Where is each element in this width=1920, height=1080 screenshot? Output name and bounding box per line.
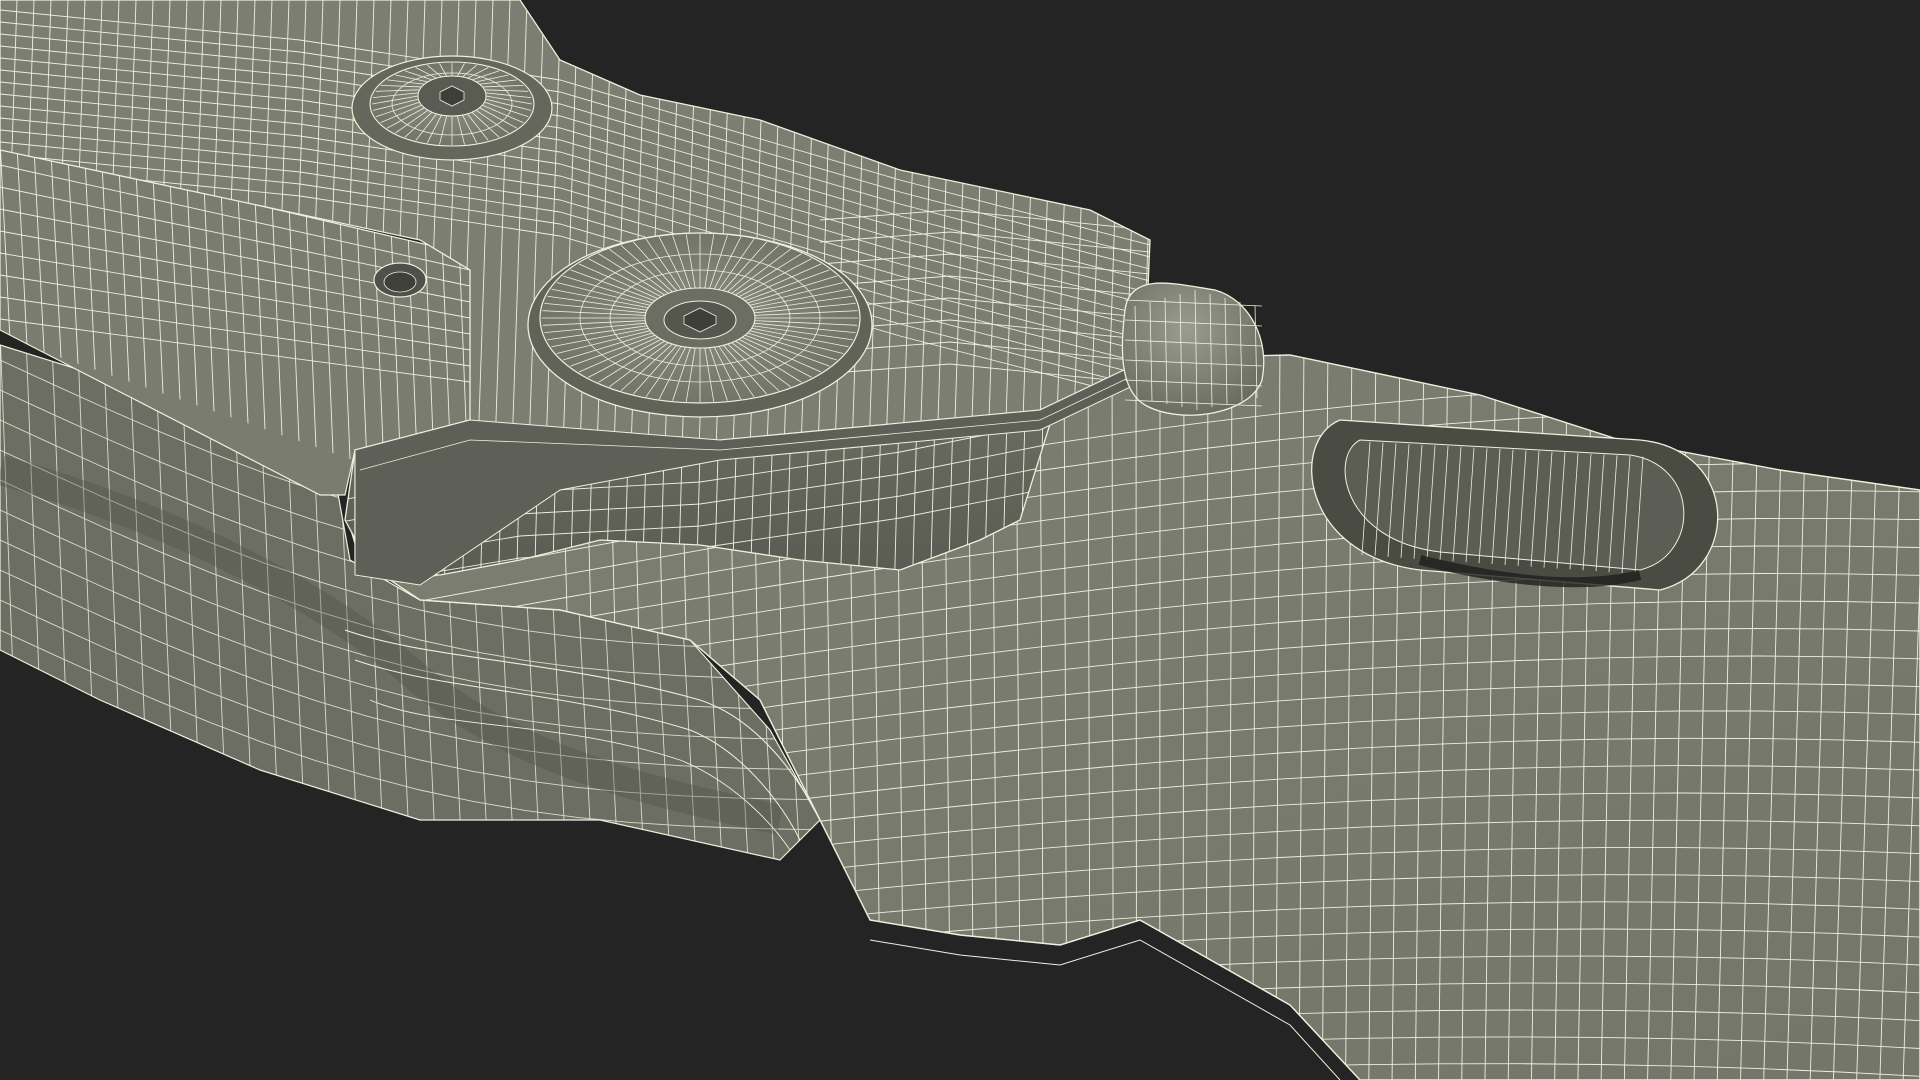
- handle-screw: [351, 55, 553, 161]
- thumb-stud: [1121, 282, 1265, 416]
- pivot-screw: [527, 232, 873, 418]
- render-viewport: [0, 0, 1920, 1080]
- wireframe-scene: [0, 0, 1920, 1080]
